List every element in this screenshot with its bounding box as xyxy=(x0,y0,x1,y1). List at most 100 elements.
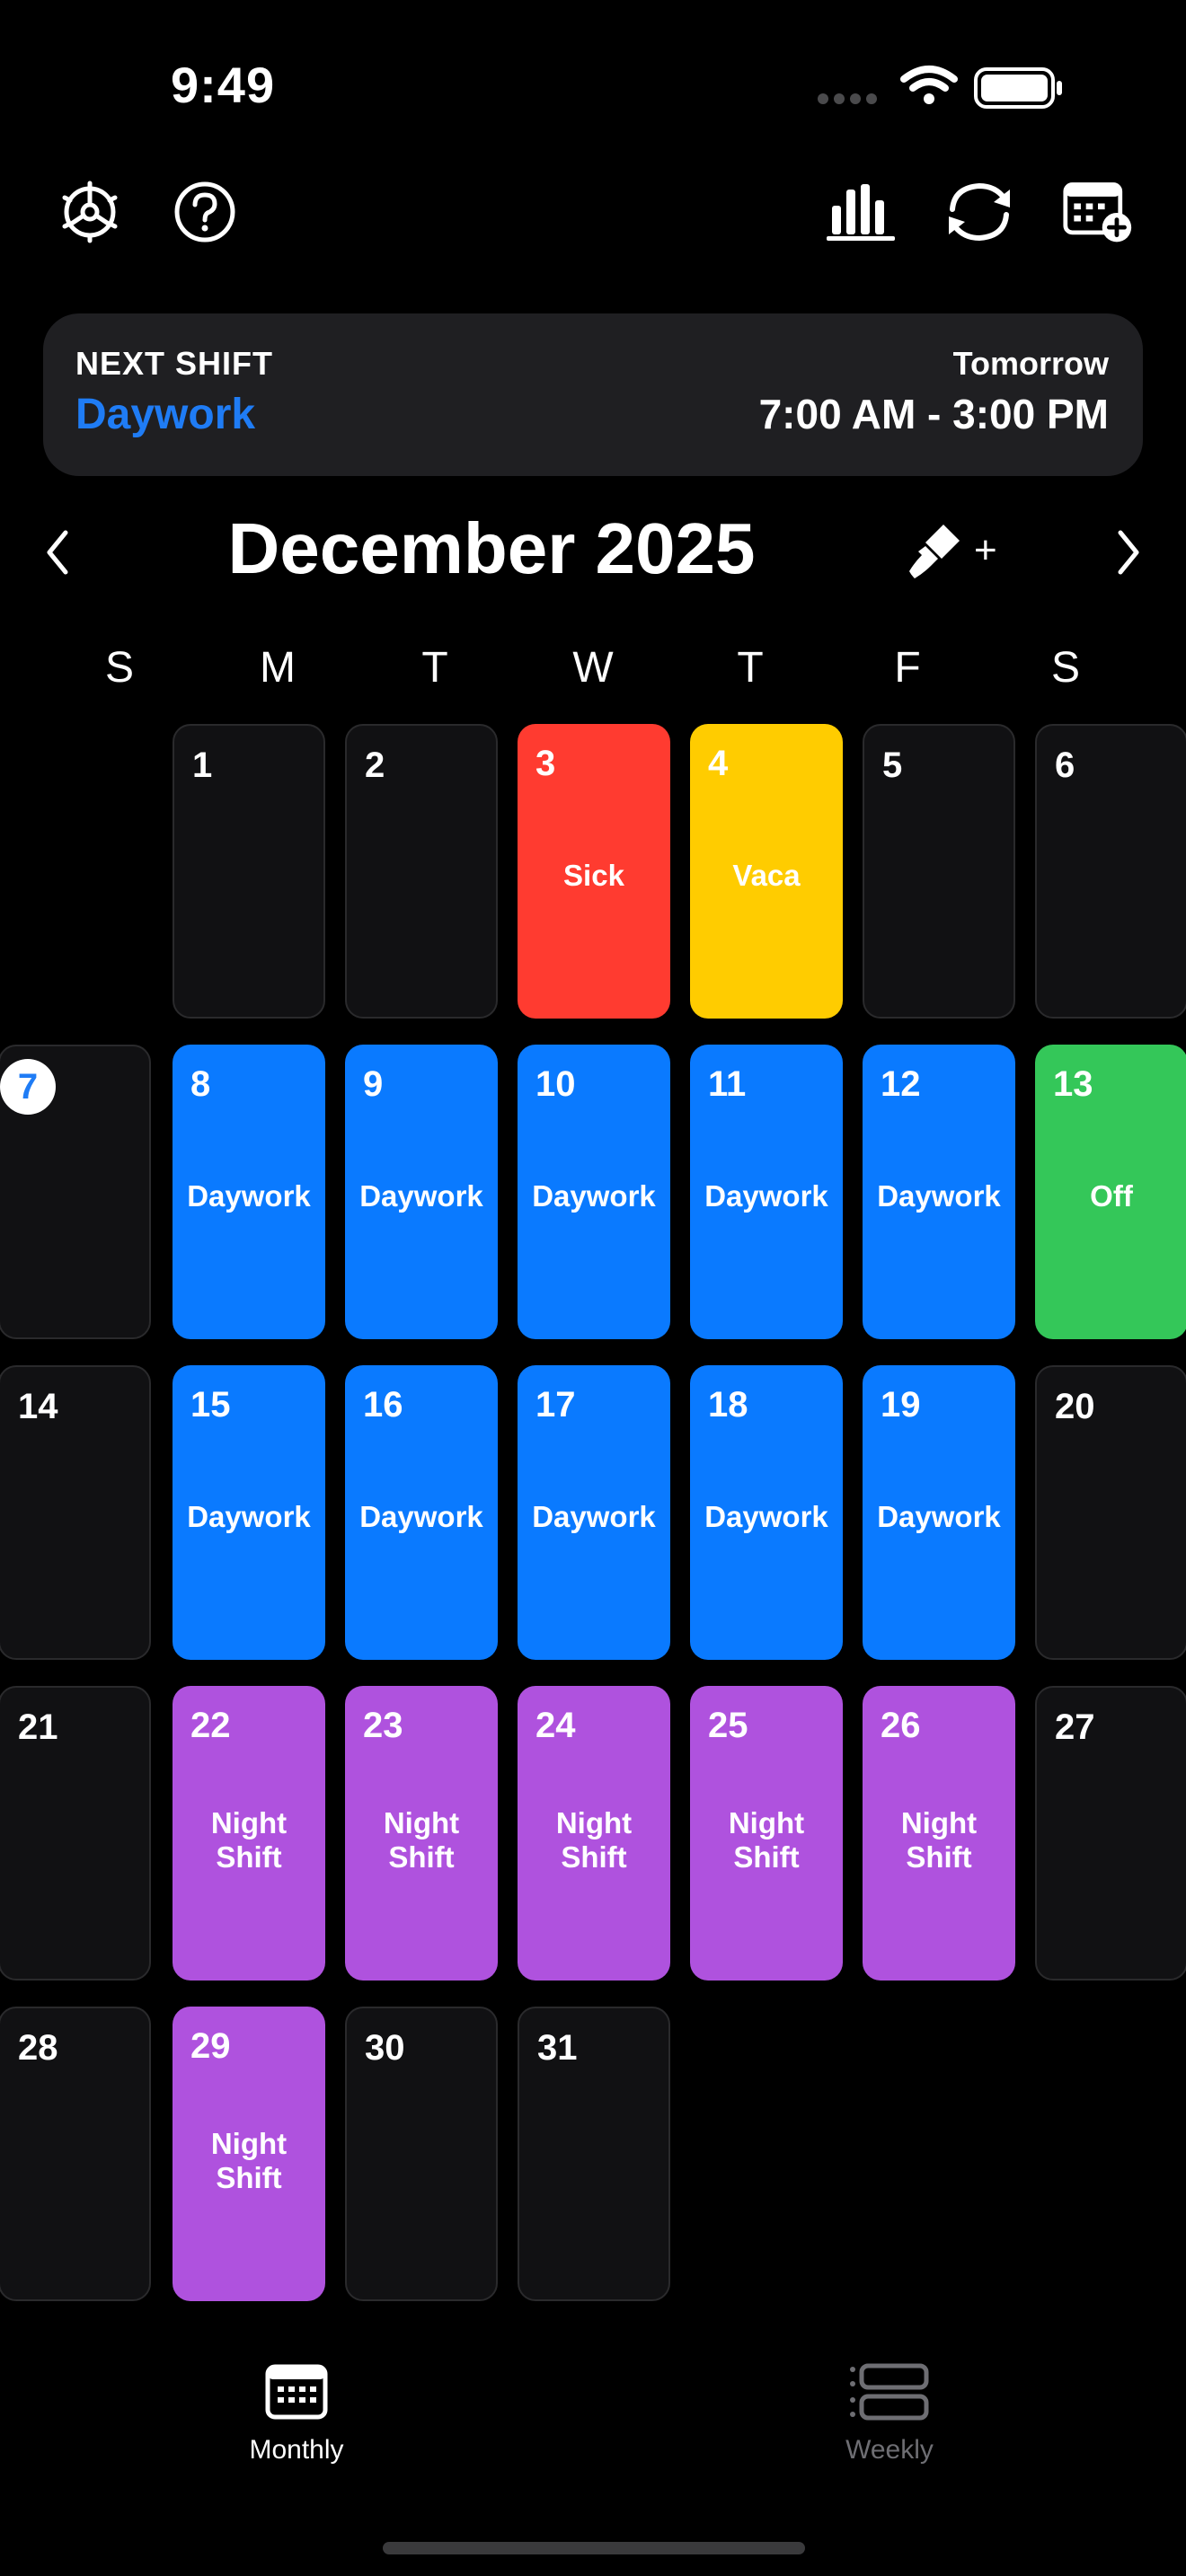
shift-label: Daywork xyxy=(877,1500,1001,1533)
add-shift-button[interactable] xyxy=(1062,176,1134,248)
weekday-friday: F xyxy=(894,644,921,692)
day-number: 16 xyxy=(363,1385,403,1425)
day-cell[interactable]: 31 xyxy=(518,2007,670,2301)
day-cell[interactable]: 25 Night Shift xyxy=(690,1686,843,1981)
today-badge: 7 xyxy=(0,1059,56,1115)
day-cell[interactable]: 17 Daywork xyxy=(518,1365,670,1660)
day-cell[interactable]: 24 Night Shift xyxy=(518,1686,670,1981)
shift-label: Night Shift xyxy=(728,1806,805,1874)
day-cell[interactable]: 15 Daywork xyxy=(173,1365,325,1660)
day-cell[interactable]: 16 Daywork xyxy=(345,1365,498,1660)
sync-button[interactable] xyxy=(943,176,1015,248)
day-cell[interactable]: 28 xyxy=(0,2007,151,2301)
day-cell[interactable]: 13 Off xyxy=(1035,1045,1186,1339)
weekday-monday: M xyxy=(260,644,296,692)
day-cell[interactable]: 6 xyxy=(1035,724,1186,1019)
home-indicator xyxy=(383,2542,805,2554)
day-cell[interactable]: 9 Daywork xyxy=(345,1045,498,1339)
paint-plus: + xyxy=(974,528,997,572)
tab-weekly[interactable]: Weekly xyxy=(782,2362,997,2466)
paint-shift-button[interactable]: + xyxy=(907,521,1006,584)
stats-chart-icon xyxy=(827,184,895,241)
chevron-right-icon xyxy=(1118,530,1139,575)
shift-label: Daywork xyxy=(704,1500,828,1533)
day-number: 22 xyxy=(190,1706,231,1745)
day-cell[interactable]: 2 xyxy=(345,724,498,1019)
day-number: 26 xyxy=(881,1706,921,1745)
day-number: 15 xyxy=(190,1385,231,1425)
day-number: 31 xyxy=(537,2028,578,2068)
day-number: 28 xyxy=(18,2028,58,2068)
next-shift-label: NEXT SHIFT xyxy=(75,345,274,382)
cellular-icon xyxy=(818,93,877,104)
day-number: 12 xyxy=(881,1064,921,1104)
day-cell[interactable]: 29 Night Shift xyxy=(173,2007,325,2301)
status-time: 9:49 xyxy=(171,57,276,113)
tab-monthly[interactable]: Monthly xyxy=(189,2362,404,2466)
day-number: 29 xyxy=(190,2026,231,2066)
shift-label: Night Shift xyxy=(555,1806,633,1874)
weekday-saturday: S xyxy=(1050,644,1080,692)
day-cell[interactable]: 23 Night Shift xyxy=(345,1686,498,1981)
day-cell[interactable]: 12 Daywork xyxy=(863,1045,1015,1339)
day-number: 4 xyxy=(708,744,729,783)
shift-label: Night Shift xyxy=(383,1806,460,1874)
gear-icon xyxy=(62,181,118,243)
next-shift-time: 7:00 AM - 3:00 PM xyxy=(758,391,1109,437)
day-number: 13 xyxy=(1053,1064,1093,1104)
day-number: 6 xyxy=(1055,745,1075,785)
next-shift-day: Tomorrow xyxy=(952,345,1109,382)
shift-label: Daywork xyxy=(877,1179,1001,1213)
day-cell[interactable]: 30 xyxy=(345,2007,498,2301)
shift-label: Night Shift xyxy=(900,1806,978,1874)
day-number: 5 xyxy=(882,745,903,785)
day-number: 2 xyxy=(365,745,385,785)
day-cell[interactable]: 27 xyxy=(1035,1686,1186,1981)
day-number: 19 xyxy=(881,1385,921,1425)
day-number: 30 xyxy=(365,2028,405,2068)
weekday-sunday: S xyxy=(104,644,134,692)
calendar-grid-icon xyxy=(265,2364,328,2420)
settings-button[interactable] xyxy=(54,176,126,248)
sync-icon xyxy=(949,182,1010,242)
day-number: 9 xyxy=(363,1064,384,1104)
day-number: 8 xyxy=(190,1064,211,1104)
day-number: 24 xyxy=(535,1706,576,1745)
shift-label: Night Shift xyxy=(210,2127,288,2194)
day-cell[interactable]: 11 Daywork xyxy=(690,1045,843,1339)
day-cell[interactable]: 22 Night Shift xyxy=(173,1686,325,1981)
day-cell[interactable]: 8 Daywork xyxy=(173,1045,325,1339)
day-cell[interactable]: 10 Daywork xyxy=(518,1045,670,1339)
shift-label: Daywork xyxy=(532,1500,656,1533)
calendar-add-icon xyxy=(1063,182,1132,243)
day-cell[interactable]: 5 xyxy=(863,724,1015,1019)
day-number: 1 xyxy=(192,745,213,785)
day-cell[interactable]: 14 xyxy=(0,1365,151,1660)
status-icons xyxy=(818,66,1062,109)
day-cell[interactable]: 19 Daywork xyxy=(863,1365,1015,1660)
tab-weekly-label: Weekly xyxy=(845,2435,934,2465)
next-month-button[interactable] xyxy=(1093,521,1164,584)
weekday-wednesday: W xyxy=(572,644,614,692)
shift-label: Daywork xyxy=(704,1179,828,1213)
shift-label: Off xyxy=(1090,1179,1133,1213)
day-cell[interactable]: 3 Sick xyxy=(518,724,670,1019)
day-number: 14 xyxy=(18,1387,58,1426)
statistics-button[interactable] xyxy=(825,176,897,248)
day-cell[interactable]: 1 xyxy=(173,724,325,1019)
shift-label: Daywork xyxy=(359,1500,483,1533)
wifi-icon xyxy=(900,66,958,92)
day-cell[interactable]: 26 Night Shift xyxy=(863,1686,1015,1981)
day-cell[interactable]: 4 Vaca xyxy=(690,724,843,1019)
day-number: 10 xyxy=(535,1064,576,1104)
day-cell[interactable]: 20 xyxy=(1035,1365,1186,1660)
day-number: 11 xyxy=(708,1064,747,1104)
paintbrush-icon xyxy=(909,525,960,578)
day-cell[interactable]: 21 xyxy=(0,1686,151,1981)
month-title: December 2025 xyxy=(227,508,756,588)
help-button[interactable] xyxy=(169,176,241,248)
day-cell[interactable]: 18 Daywork xyxy=(690,1365,843,1660)
tab-monthly-label: Monthly xyxy=(249,2435,344,2465)
shift-label: Sick xyxy=(563,859,624,892)
shift-label: Vaca xyxy=(732,859,801,892)
